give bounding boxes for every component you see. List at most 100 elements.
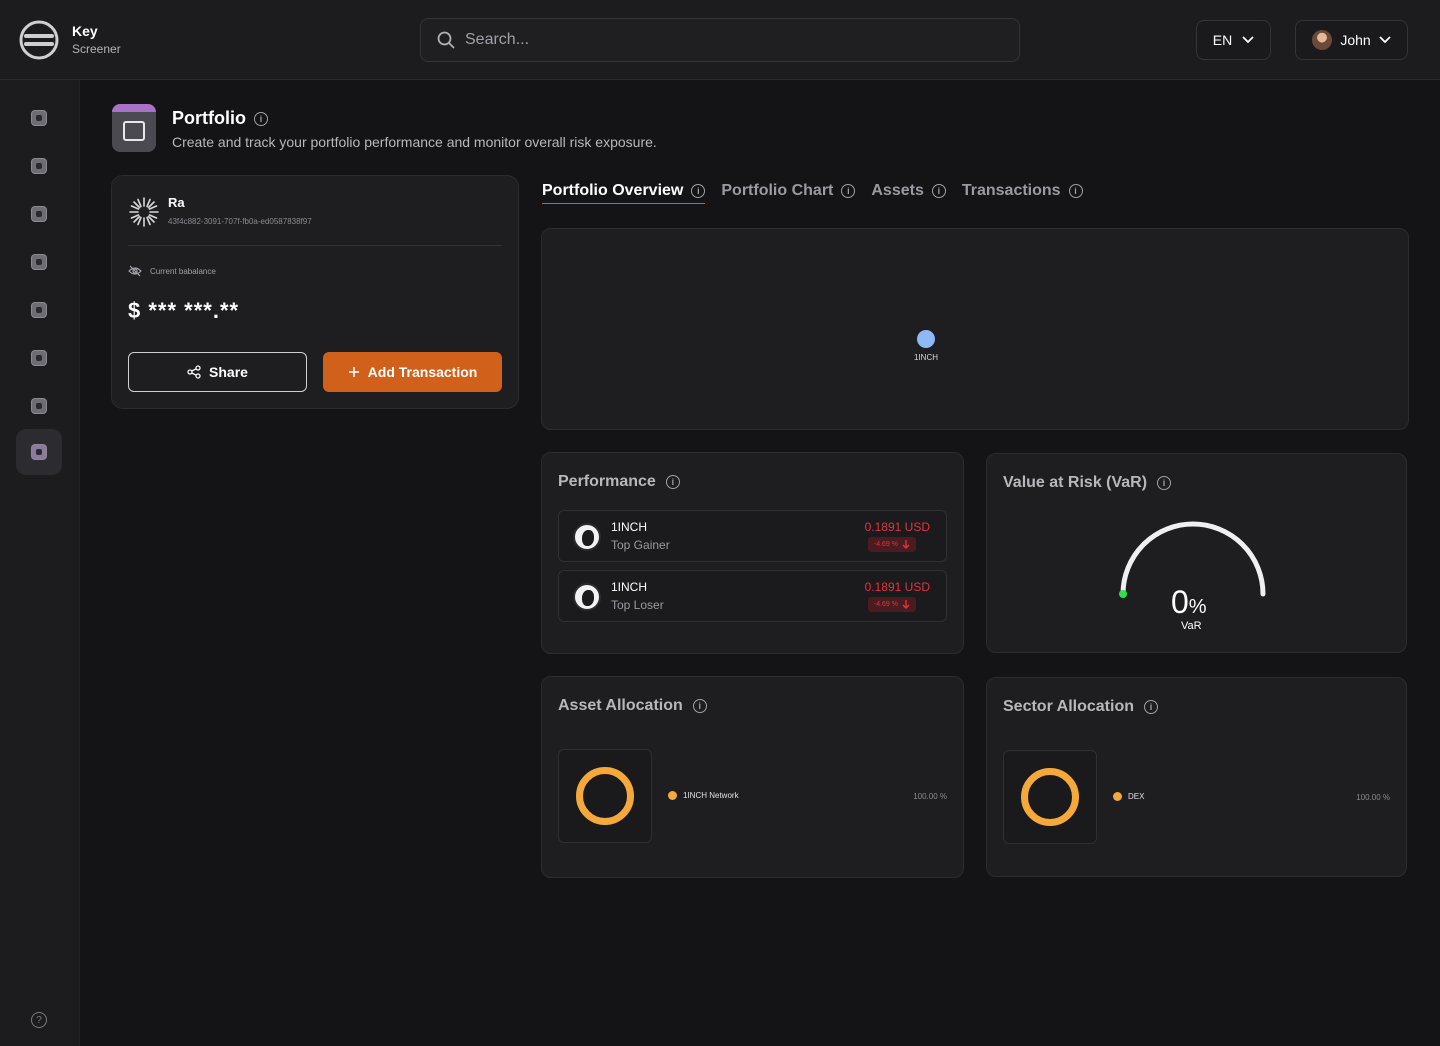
- chevron-down-icon: [1379, 36, 1391, 44]
- sidebar-item-portfolio[interactable]: [16, 429, 62, 475]
- list-item[interactable]: 1INCH Top Gainer 0.1891 USD -4.69 %: [558, 510, 947, 562]
- info-icon[interactable]: i: [254, 111, 268, 126]
- change-badge: -4.69 %: [867, 597, 916, 612]
- tab-label: Portfolio Chart: [721, 182, 834, 199]
- gauge-marker: [1119, 590, 1127, 598]
- help-icon[interactable]: ?: [31, 1012, 47, 1028]
- asset-bubble[interactable]: [917, 330, 935, 348]
- page-title: Portfolio i: [172, 108, 268, 129]
- key-screener-logo-icon: [19, 20, 59, 60]
- legend-dot: [1113, 792, 1122, 801]
- info-icon[interactable]: i: [841, 184, 856, 198]
- home-icon: [31, 110, 47, 126]
- donut-slice[interactable]: [1021, 768, 1079, 826]
- brand-line1: Key: [72, 23, 98, 39]
- brand-text: Key Screener: [72, 22, 121, 58]
- portfolio-page-icon: [112, 104, 156, 152]
- tab-label: Portfolio Overview: [542, 181, 684, 199]
- add-transaction-label: Add Transaction: [367, 364, 478, 380]
- list-item[interactable]: 1INCH Top Loser 0.1891 USD -4.69 %: [558, 570, 947, 622]
- chevron-down-icon: [1242, 36, 1254, 44]
- dollar-icon: [31, 254, 47, 270]
- donut-slice[interactable]: [576, 767, 634, 825]
- sidebar-item-grid[interactable]: [16, 287, 62, 333]
- info-icon[interactable]: i: [665, 475, 680, 489]
- briefcase-icon: [123, 121, 145, 141]
- grid-icon: [31, 302, 47, 318]
- info-icon[interactable]: i: [931, 184, 946, 198]
- change-value: -4.69 %: [873, 601, 898, 608]
- panel-title: Asset Allocation i: [558, 697, 707, 715]
- sidebar: ?: [0, 80, 80, 1046]
- search-input[interactable]: [465, 31, 985, 49]
- user-menu[interactable]: John: [1295, 20, 1408, 60]
- account-id: 43f4c882-3091-707f-fb0a-ed0587838f97: [168, 217, 312, 226]
- language-label: EN: [1212, 32, 1233, 48]
- panel-title: Performance i: [558, 473, 680, 491]
- info-icon[interactable]: i: [1143, 700, 1158, 714]
- tab-transactions[interactable]: Transactions i: [962, 178, 1083, 204]
- change-value: -4.69 %: [873, 541, 898, 548]
- info-icon[interactable]: i: [1068, 184, 1083, 198]
- change-badge: -4.69 %: [867, 537, 916, 552]
- plus-icon: [348, 367, 359, 377]
- sidebar-item-screener[interactable]: [16, 191, 62, 237]
- value-at-risk-panel: Value at Risk (VaR) i 0% VaR: [986, 453, 1407, 653]
- panel-title: Sector Allocation i: [1003, 698, 1158, 716]
- asset-allocation-title: Asset Allocation: [558, 697, 683, 714]
- tab-portfolio-chart[interactable]: Portfolio Chart i: [721, 178, 856, 204]
- sidebar-item-markets[interactable]: [16, 143, 62, 189]
- portfolio-bubble-chart: 1INCH: [541, 228, 1409, 430]
- share-label: Share: [209, 364, 248, 380]
- tab-label: Assets: [871, 182, 924, 199]
- donut-chart: [558, 749, 652, 843]
- balance-label-text: Current babalance: [150, 266, 216, 276]
- portfolio-icon: [31, 444, 47, 460]
- donut-chart: [1003, 750, 1097, 844]
- brand-logo[interactable]: Key Screener: [18, 19, 121, 61]
- var-number: 0: [1171, 584, 1189, 620]
- add-transaction-button[interactable]: Add Transaction: [323, 352, 502, 392]
- page-title-text: Portfolio: [172, 108, 246, 128]
- balance-value: $ *** ***.**: [128, 298, 240, 323]
- asset-allocation-panel: Asset Allocation i 1INCH Network 100.00 …: [541, 676, 964, 878]
- legend-label: DEX: [1128, 792, 1145, 801]
- legend-dot: [668, 791, 677, 800]
- share-button[interactable]: Share: [128, 352, 307, 392]
- balance-label: Current babalance: [128, 265, 216, 277]
- var-title: Value at Risk (VaR): [1003, 474, 1148, 491]
- info-icon[interactable]: i: [692, 699, 707, 713]
- arrow-down-icon: [902, 540, 910, 549]
- sector-allocation-panel: Sector Allocation i DEX 100.00 %: [986, 677, 1407, 877]
- info-icon[interactable]: i: [691, 183, 706, 198]
- search-icon: [437, 31, 455, 49]
- var-label: VaR: [1181, 620, 1202, 632]
- chart-icon: [31, 158, 47, 174]
- sidebar-item-prices[interactable]: [16, 239, 62, 285]
- account-logo-icon: [129, 197, 159, 227]
- sector-allocation-title: Sector Allocation: [1003, 698, 1134, 715]
- legend-label: 1INCH Network: [683, 791, 739, 800]
- sidebar-item-alerts[interactable]: [16, 335, 62, 381]
- var-value: 0%: [1171, 584, 1207, 621]
- user-name: John: [1340, 32, 1371, 48]
- divider: [128, 245, 502, 246]
- tab-portfolio-overview[interactable]: Portfolio Overview i: [542, 178, 706, 204]
- language-selector[interactable]: EN: [1196, 20, 1271, 60]
- tab-assets[interactable]: Assets i: [871, 178, 946, 204]
- eye-off-icon[interactable]: [128, 265, 142, 277]
- coin-subtitle: Top Loser: [611, 598, 664, 612]
- avatar: [1312, 30, 1333, 50]
- sidebar-item-home[interactable]: [16, 95, 62, 141]
- tab-label: Transactions: [961, 182, 1061, 199]
- info-icon[interactable]: i: [1157, 476, 1172, 490]
- sidebar-item-settings[interactable]: [16, 383, 62, 429]
- gear-icon: [31, 398, 47, 414]
- account-card: Ra 43f4c882-3091-707f-fb0a-ed0587838f97 …: [111, 175, 519, 409]
- performance-title: Performance: [558, 473, 656, 490]
- brand-line2: Screener: [72, 42, 121, 56]
- search-bar[interactable]: [420, 18, 1020, 62]
- share-icon: [187, 365, 201, 379]
- var-unit: %: [1188, 596, 1207, 618]
- coin-name: 1INCH: [611, 580, 648, 594]
